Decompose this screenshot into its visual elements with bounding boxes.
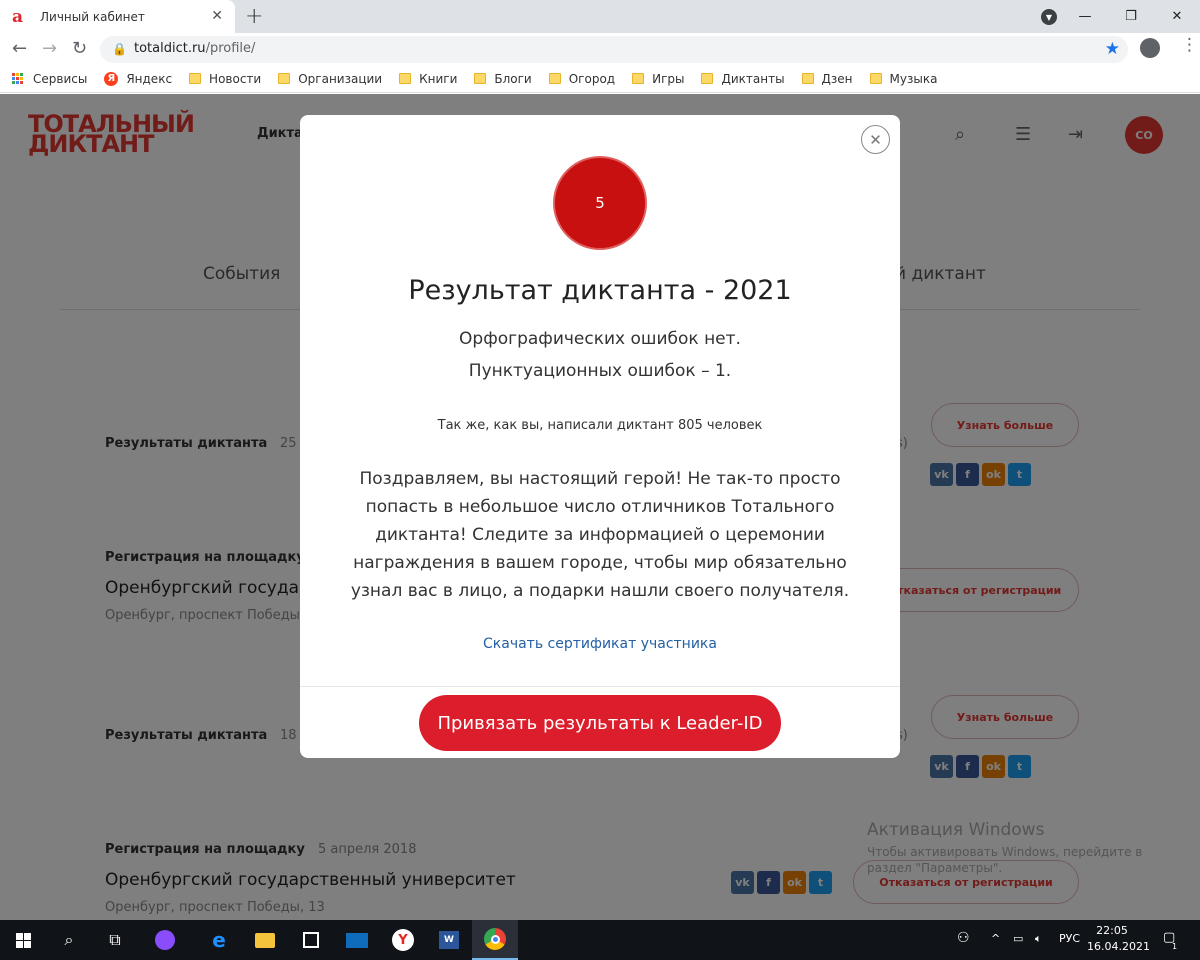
bookmark-star-icon[interactable]: ★ <box>1105 39 1120 59</box>
lock-icon[interactable]: 🔒 <box>112 42 127 56</box>
start-button[interactable] <box>0 920 46 960</box>
taskbar-clock[interactable]: 22:05 16.04.2021 <box>1087 923 1150 955</box>
task-view-icon[interactable]: ⧉ <box>92 920 138 960</box>
word-icon[interactable]: W <box>426 920 472 960</box>
close-icon[interactable]: ✕ <box>861 125 890 154</box>
yandex-browser-icon[interactable]: Y <box>380 920 426 960</box>
chrome-icon[interactable] <box>472 920 518 960</box>
url-text: totaldict.ru/profile/ <box>134 41 256 56</box>
link-leader-id-button[interactable]: Привязать результаты к Leader-ID <box>419 695 781 751</box>
back-icon[interactable]: ← <box>12 38 27 59</box>
browser-menu-icon[interactable]: ⋮ <box>1181 37 1198 54</box>
address-bar[interactable]: 🔒 totaldict.ru/profile/ ★ <box>100 36 1128 63</box>
browser-tab[interactable]: а Личный кабинет ✕ <box>0 0 235 33</box>
tab-title: Личный кабинет <box>40 9 145 24</box>
folder-icon <box>474 73 487 84</box>
bookmark-services[interactable]: Сервисы <box>12 72 87 86</box>
punctuation-errors: Пунктуационных ошибок – 1. <box>468 361 732 381</box>
spelling-errors: Орфографических ошибок нет. <box>459 329 741 349</box>
notification-count: 1 <box>1172 942 1178 951</box>
tab-close-icon[interactable]: ✕ <box>211 8 223 24</box>
window-close-icon[interactable]: ✕ <box>1154 0 1200 33</box>
bookmark-yandex[interactable]: Я Яндекс <box>104 71 172 86</box>
alice-icon[interactable] <box>142 920 188 960</box>
result-modal: ✕ 5 Результат диктанта - 2021 Орфографич… <box>300 115 900 758</box>
same-result-count: Так же, как вы, написали диктант 805 чел… <box>437 418 763 433</box>
folder-icon <box>869 73 882 84</box>
new-tab-icon[interactable]: + <box>245 4 263 29</box>
show-hidden-icons-icon[interactable]: ^ <box>991 932 1000 945</box>
windows-taskbar: ⌕ ⧉ e Y W ⚇ ^ ▭ 🔈︎ РУС ▢ 1 <box>0 920 1200 960</box>
bookmark-folder[interactable]: Диктанты <box>701 72 785 86</box>
folder-icon <box>278 73 291 84</box>
folder-icon <box>399 73 412 84</box>
folder-icon <box>548 73 561 84</box>
restore-icon[interactable]: ❐ <box>1108 0 1154 33</box>
forward-icon[interactable]: → <box>42 38 57 59</box>
bookmark-folder[interactable]: Огород <box>548 72 615 86</box>
folder-icon <box>189 73 202 84</box>
store-icon[interactable] <box>288 920 334 960</box>
site-favicon-icon: а <box>12 6 24 27</box>
bookmark-folder[interactable]: Книги <box>399 72 457 86</box>
windows-logo-icon <box>15 932 31 948</box>
volume-icon[interactable]: 🔈︎ <box>1035 932 1042 946</box>
network-icon[interactable]: ▭ <box>1013 932 1023 945</box>
minimize-icon[interactable]: — <box>1062 0 1108 33</box>
bookmarks-bar: Сервисы Я Яндекс Новости Организации Кни… <box>0 65 1200 93</box>
folder-icon <box>701 73 714 84</box>
bookmark-folder[interactable]: Организации <box>278 72 382 86</box>
bookmark-folder[interactable]: Дзен <box>801 72 853 86</box>
congratulations-text: Поздравляем, вы настоящий герой! Не так-… <box>350 469 850 601</box>
modal-divider <box>300 686 900 687</box>
search-icon[interactable]: ⌕ <box>46 920 92 960</box>
tab-search-icon[interactable]: ▼ <box>1041 9 1057 25</box>
apps-grid-icon <box>12 72 24 85</box>
language-indicator[interactable]: РУС <box>1059 932 1080 945</box>
folder-icon <box>801 73 814 84</box>
download-certificate-link[interactable]: Скачать сертификат участника <box>300 636 900 652</box>
people-icon[interactable]: ⚇ <box>957 930 970 946</box>
tab-strip: а Личный кабинет ✕ + ▼ — ❐ ✕ <box>0 0 1200 33</box>
browser-toolbar: ← → ↻ 🔒 totaldict.ru/profile/ ★ ⋮ <box>0 33 1200 65</box>
bookmark-folder[interactable]: Игры <box>632 72 684 86</box>
score-badge: 5 <box>553 156 647 250</box>
mail-icon[interactable] <box>334 920 380 960</box>
reload-icon[interactable]: ↻ <box>72 38 87 59</box>
bookmark-folder[interactable]: Новости <box>189 72 261 86</box>
folder-icon <box>632 73 645 84</box>
bookmark-folder[interactable]: Блоги <box>474 72 532 86</box>
bookmark-folder[interactable]: Музыка <box>869 72 937 86</box>
modal-title: Результат диктанта - 2021 <box>408 275 792 306</box>
edge-icon[interactable]: e <box>196 920 242 960</box>
profile-icon[interactable] <box>1140 38 1160 58</box>
yandex-icon: Я <box>104 71 119 86</box>
file-explorer-icon[interactable] <box>242 920 288 960</box>
